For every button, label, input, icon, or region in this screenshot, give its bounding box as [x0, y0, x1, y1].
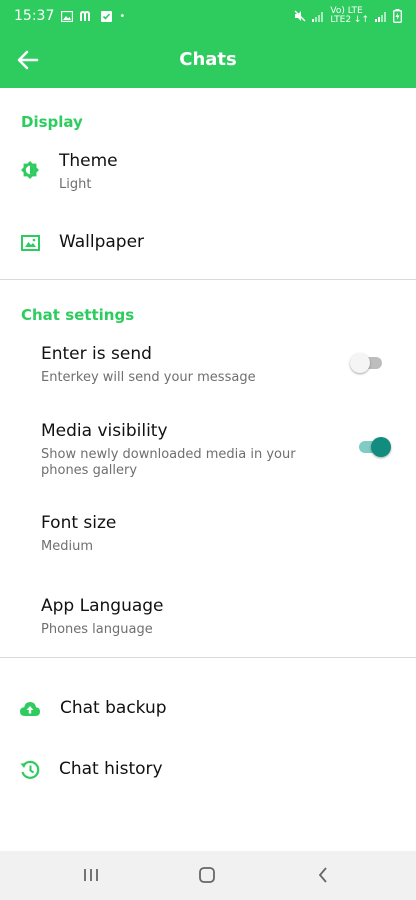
font-size-title: Font size: [41, 513, 117, 533]
enter-is-send-subtitle: Enterkey will send your message: [41, 370, 256, 385]
wallpaper-title: Wallpaper: [59, 232, 145, 252]
app-language-title: App Language: [41, 596, 164, 616]
enter-is-send-toggle[interactable]: [350, 351, 384, 375]
back-button[interactable]: [12, 44, 44, 76]
recent-apps-button[interactable]: [77, 863, 105, 887]
theme-subtitle: Light: [59, 177, 92, 192]
theme-title: Theme: [59, 151, 118, 171]
status-dot: •: [119, 10, 126, 22]
status-left: 15:37 •: [14, 8, 125, 24]
divider: [0, 657, 416, 658]
cloud-upload-icon: [20, 699, 40, 719]
page-title: Chats: [179, 49, 237, 70]
font-size-subtitle: Medium: [41, 539, 93, 554]
font-size-setting[interactable]: Font size Medium: [0, 504, 416, 560]
battery-charging-icon: [393, 9, 402, 23]
mute-icon: [294, 10, 306, 22]
signal-icon-2: [375, 11, 387, 22]
app-bar: Chats: [0, 32, 416, 88]
chat-settings-section-header: Chat settings: [21, 306, 135, 324]
app-language-subtitle: Phones language: [41, 622, 153, 637]
check-notification-icon: [101, 10, 113, 22]
status-right: Vo) LTE LTE2 ↓↑: [294, 7, 402, 25]
theme-setting[interactable]: Theme Light: [0, 140, 416, 202]
divider: [0, 279, 416, 280]
enter-is-send-title: Enter is send: [41, 344, 152, 364]
theme-icon: [20, 160, 40, 180]
app-language-setting[interactable]: App Language Phones language: [0, 587, 416, 643]
media-visibility-toggle[interactable]: [357, 435, 391, 459]
recent-apps-icon: [84, 869, 98, 881]
toggle-knob: [371, 437, 391, 457]
status-bar: 15:37 • Vo) LTE LTE2 ↓↑: [0, 0, 416, 32]
arrow-left-icon: [17, 50, 39, 70]
network-line-2: LTE2 ↓↑: [330, 15, 369, 25]
media-visibility-subtitle: Show newly downloaded media in your phon…: [41, 447, 296, 478]
chat-backup-item[interactable]: Chat backup: [0, 686, 416, 732]
m-notification-icon: [80, 10, 94, 22]
wallpaper-setting[interactable]: Wallpaper: [0, 220, 416, 266]
chat-backup-title: Chat backup: [60, 698, 167, 718]
history-icon: [20, 760, 40, 780]
media-visibility-setting[interactable]: Media visibility Show newly downloaded m…: [0, 412, 416, 484]
network-label: Vo) LTE LTE2 ↓↑: [330, 7, 369, 25]
home-icon: [199, 867, 215, 883]
gallery-notification-icon: [61, 10, 74, 22]
chat-history-item[interactable]: Chat history: [0, 747, 416, 793]
enter-is-send-setting[interactable]: Enter is send Enterkey will send your me…: [0, 336, 416, 392]
media-visibility-title: Media visibility: [41, 421, 168, 441]
toggle-knob: [350, 353, 370, 373]
chevron-left-icon: [318, 867, 327, 883]
wallpaper-icon: [20, 233, 40, 253]
display-section-header: Display: [21, 113, 83, 131]
chat-history-title: Chat history: [59, 759, 163, 779]
signal-icon-1: [312, 11, 324, 22]
home-button[interactable]: [193, 863, 221, 887]
back-nav-button[interactable]: [309, 863, 337, 887]
status-time: 15:37: [14, 8, 55, 24]
navigation-bar: [0, 851, 416, 900]
